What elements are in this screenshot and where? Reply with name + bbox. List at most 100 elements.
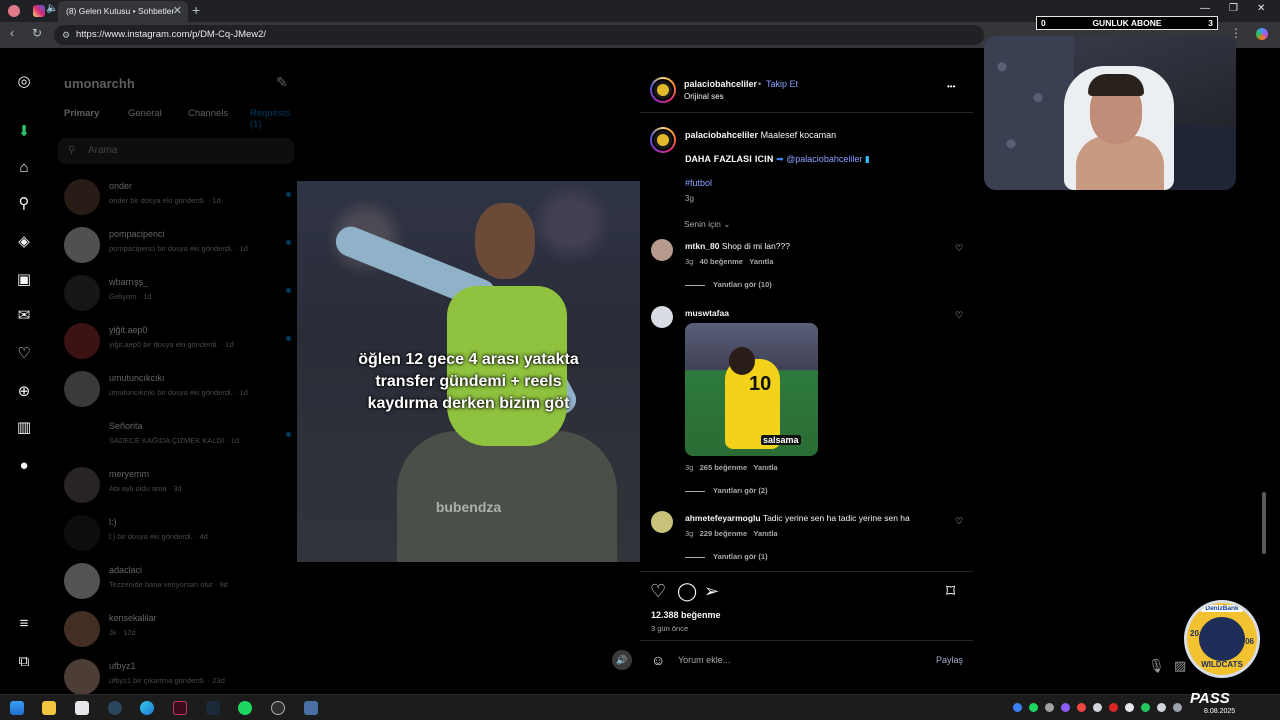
conversation-item[interactable]: onder onder bir dosya eki gönderdi. · 1d bbox=[48, 174, 298, 220]
author-username[interactable]: palaciobahceliler bbox=[684, 79, 757, 89]
window-close-icon[interactable]: ✕ bbox=[1257, 3, 1265, 14]
tab-channels[interactable]: Channels bbox=[188, 108, 228, 119]
conversation-item[interactable]: umutuncıkcıkı umutuncıkcıkı bir dosya eki… bbox=[48, 366, 298, 412]
instagram-logo-icon[interactable]: ◎ bbox=[14, 72, 34, 92]
steam-icon[interactable] bbox=[108, 701, 122, 715]
view-replies-button[interactable]: Yanıtları gör (1) bbox=[685, 552, 768, 561]
conversation-item[interactable]: meryemm Abi aylı oldu ama · 3d bbox=[48, 462, 298, 508]
tab-general[interactable]: General bbox=[128, 108, 162, 119]
back-icon[interactable]: ‹ bbox=[10, 26, 14, 40]
steam-alt-icon[interactable] bbox=[206, 701, 220, 715]
menu-icon[interactable]: ≡ bbox=[14, 614, 34, 634]
tray-icon[interactable] bbox=[1141, 703, 1150, 712]
explore-icon[interactable]: ◈ bbox=[14, 232, 34, 252]
browser-tab[interactable]: (8) Gelen Kutusu • Sohbetler ✕ bbox=[58, 1, 188, 22]
comment-gif[interactable]: 10 salsama bbox=[685, 323, 818, 456]
tray-icon[interactable] bbox=[1173, 703, 1182, 712]
more-options-icon[interactable]: ••• bbox=[947, 82, 955, 91]
conversation-item[interactable]: adaclaci Tezzenide bana veriyorsan olur ·… bbox=[48, 558, 298, 604]
tab-requests[interactable]: Requests (1) bbox=[250, 108, 298, 130]
reply-button[interactable]: Yanıtla bbox=[749, 257, 773, 266]
maximize-icon[interactable]: ❐ bbox=[1229, 3, 1238, 14]
comment-username[interactable]: ahmetefeyarmoglu bbox=[685, 513, 761, 523]
messages-icon[interactable]: ✉ bbox=[14, 306, 34, 326]
like-comment-icon[interactable]: ♡ bbox=[955, 516, 963, 527]
conversation-item[interactable]: Señorita SADECE KAĞIDA ÇIZMEK KALDI · 1d bbox=[48, 414, 298, 460]
start-icon[interactable] bbox=[10, 701, 24, 715]
minimize-icon[interactable]: — bbox=[1200, 3, 1210, 14]
follow-button[interactable]: Takip Et bbox=[766, 79, 798, 89]
conversation-item[interactable]: wbarrışş_ Geliyom · 1d bbox=[48, 270, 298, 316]
url-bar[interactable]: ⚙ https://www.instagram.com/p/DM-Cq-JMew… bbox=[54, 25, 984, 45]
speaker-icon[interactable]: 🔈 bbox=[46, 3, 58, 14]
conversation-item[interactable]: kensekalilar Jk · 12d bbox=[48, 606, 298, 652]
close-icon[interactable]: ✕ bbox=[173, 1, 182, 22]
save-icon[interactable]: ⌑ bbox=[946, 581, 955, 602]
view-replies-button[interactable]: Yanıtları gör (2) bbox=[685, 486, 768, 495]
comment-username[interactable]: muswtafaa bbox=[685, 308, 729, 318]
new-tab-button[interactable]: + bbox=[192, 2, 200, 18]
scrollbar[interactable] bbox=[1262, 492, 1266, 554]
tray-icon[interactable] bbox=[1061, 703, 1070, 712]
account-username[interactable]: umonarchh bbox=[64, 76, 135, 91]
site-info-icon[interactable]: ⚙ bbox=[62, 25, 70, 45]
obs-icon[interactable] bbox=[271, 701, 285, 715]
like-comment-icon[interactable]: ♡ bbox=[955, 243, 963, 254]
mute-icon[interactable]: 🔊 bbox=[612, 650, 632, 670]
tray-icon[interactable] bbox=[1125, 703, 1134, 712]
reload-icon[interactable]: ↻ bbox=[32, 26, 42, 40]
comment-likes[interactable]: 40 beğenme bbox=[700, 257, 743, 266]
share-comment-button[interactable]: Paylaş bbox=[936, 655, 963, 665]
promo-handle[interactable]: @palaciobahceliler bbox=[786, 154, 862, 164]
conversation-item[interactable]: l:) l:) bir dosya eki gönderdi. · 4d bbox=[48, 510, 298, 556]
comment-icon[interactable]: ◯ bbox=[677, 581, 697, 602]
search-input[interactable]: ⚲ Arama bbox=[58, 138, 294, 164]
app-icon[interactable] bbox=[173, 701, 187, 715]
comment-input[interactable]: Yorum ekle... bbox=[678, 655, 730, 665]
reply-button[interactable]: Yanıtla bbox=[753, 463, 777, 472]
comment-likes[interactable]: 229 beğenme bbox=[700, 529, 748, 538]
like-comment-icon[interactable]: ♡ bbox=[955, 310, 963, 321]
like-count[interactable]: 12.388 beğenme bbox=[651, 610, 721, 620]
sort-dropdown[interactable]: Senin için ⌄ bbox=[684, 219, 730, 230]
instagram-icon[interactable] bbox=[33, 5, 45, 17]
conversation-item[interactable]: yiğit.aep0 yiğit.aep0 bir dosya eki gönde… bbox=[48, 318, 298, 364]
copilot-icon[interactable] bbox=[1256, 28, 1268, 40]
download-icon[interactable]: ⬇ bbox=[14, 122, 34, 142]
conversation-item[interactable]: pompacipenci pompacipenci bir dosya eki g… bbox=[48, 222, 298, 268]
tray-icon[interactable] bbox=[1157, 703, 1166, 712]
tray-icon[interactable] bbox=[1077, 703, 1086, 712]
caption-author[interactable]: palaciobahceliler bbox=[685, 130, 758, 140]
commenter-avatar[interactable] bbox=[651, 306, 673, 328]
like-icon[interactable]: ♡ bbox=[650, 581, 666, 602]
threads-icon[interactable]: ⧉ bbox=[14, 652, 34, 672]
calculator-icon[interactable] bbox=[304, 701, 318, 715]
tray-icon[interactable] bbox=[1093, 703, 1102, 712]
spotify-tray-icon[interactable] bbox=[1029, 703, 1038, 712]
edge-icon[interactable] bbox=[140, 701, 154, 715]
reels-icon[interactable]: ▣ bbox=[14, 270, 34, 290]
file-explorer-icon[interactable] bbox=[42, 701, 56, 715]
reply-button[interactable]: Yanıtla bbox=[753, 529, 777, 538]
dashboard-icon[interactable]: ▥ bbox=[14, 418, 34, 438]
audio-label[interactable]: Orijinal ses bbox=[684, 92, 724, 101]
home-icon[interactable]: ⌂ bbox=[14, 158, 34, 178]
post-video[interactable]: öğlen 12 gece 4 arası yatakta transfer g… bbox=[297, 181, 640, 562]
spotify-icon[interactable] bbox=[238, 701, 252, 715]
tray-icon[interactable] bbox=[1045, 703, 1054, 712]
author-avatar[interactable] bbox=[650, 77, 676, 103]
author-avatar[interactable] bbox=[650, 127, 676, 153]
clock-date[interactable]: 8.08.2025 bbox=[1204, 708, 1235, 715]
commenter-avatar[interactable] bbox=[651, 511, 673, 533]
compose-icon[interactable]: ✎ bbox=[276, 74, 288, 91]
store-icon[interactable] bbox=[75, 701, 89, 715]
commenter-avatar[interactable] bbox=[651, 239, 673, 261]
microphone-icon[interactable]: 🎙 bbox=[1148, 658, 1165, 674]
share-icon[interactable]: ➢ bbox=[704, 581, 719, 602]
hashtag-link[interactable]: #futbol bbox=[685, 178, 712, 188]
profile-avatar-icon[interactable]: ● bbox=[14, 456, 34, 476]
bluetooth-icon[interactable] bbox=[1013, 703, 1022, 712]
tab-primary[interactable]: Primary bbox=[64, 108, 99, 119]
create-icon[interactable]: ⊕ bbox=[14, 382, 34, 402]
notifications-icon[interactable]: ♡ bbox=[14, 344, 34, 364]
